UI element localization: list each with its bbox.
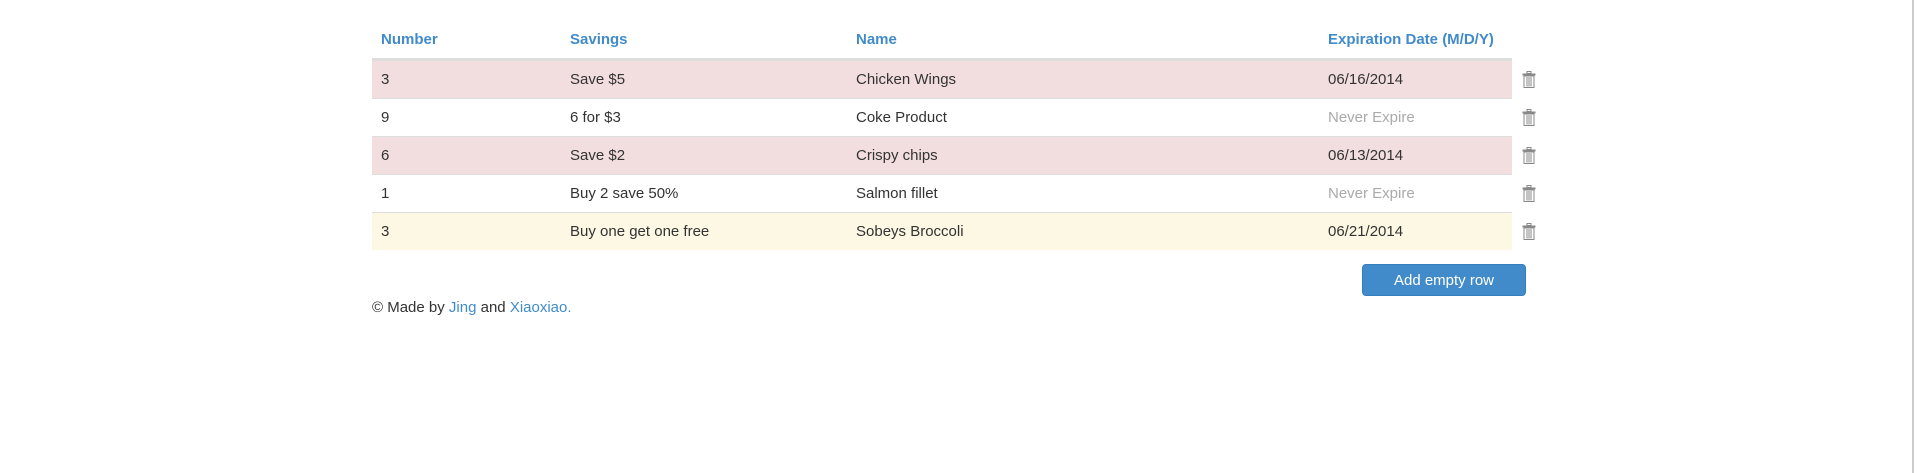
cell-expiration[interactable]: 06/16/2014 xyxy=(1328,71,1403,88)
cell-name[interactable]: Sobeys Broccoli xyxy=(856,223,964,240)
header-expiration[interactable]: Expiration Date (M/D/Y) xyxy=(1328,31,1494,48)
cell-expiration[interactable]: 06/21/2014 xyxy=(1328,223,1403,240)
header-number[interactable]: Number xyxy=(381,31,438,48)
footer-suffix: . xyxy=(567,299,572,316)
cell-number[interactable]: 3 xyxy=(381,223,389,240)
header-savings[interactable]: Savings xyxy=(570,31,628,48)
author-link-jing[interactable]: Jing xyxy=(449,299,477,316)
cell-number[interactable]: 9 xyxy=(381,109,389,126)
table-row: 3 Save $5 Chicken Wings 06/16/2014 xyxy=(372,60,1536,98)
cell-expiration[interactable]: Never Expire xyxy=(1328,185,1415,202)
cell-name[interactable]: Salmon fillet xyxy=(856,185,938,202)
header-name[interactable]: Name xyxy=(856,31,897,48)
cell-number[interactable]: 6 xyxy=(381,147,389,164)
cell-savings[interactable]: Save $5 xyxy=(570,71,625,88)
trash-icon[interactable] xyxy=(1522,109,1536,126)
trash-icon[interactable] xyxy=(1522,185,1536,202)
cell-savings[interactable]: 6 for $3 xyxy=(570,109,621,126)
cell-name[interactable]: Crispy chips xyxy=(856,147,938,164)
trash-icon[interactable] xyxy=(1522,147,1536,164)
cell-name[interactable]: Chicken Wings xyxy=(856,71,956,88)
cell-savings[interactable]: Buy 2 save 50% xyxy=(570,185,678,202)
footer-prefix: © Made by xyxy=(372,299,449,316)
table-row: 6 Save $2 Crispy chips 06/13/2014 xyxy=(372,136,1536,174)
coupon-table: Number Savings Name Expiration Date (M/D… xyxy=(372,20,1536,250)
table-header: Number Savings Name Expiration Date (M/D… xyxy=(372,20,1512,60)
cell-number[interactable]: 1 xyxy=(381,185,389,202)
cell-expiration[interactable]: Never Expire xyxy=(1328,109,1415,126)
cell-number[interactable]: 3 xyxy=(381,71,389,88)
cell-savings[interactable]: Save $2 xyxy=(570,147,625,164)
table-row: 3 Buy one get one free Sobeys Broccoli 06/2… xyxy=(372,212,1536,250)
table-row: 9 6 for $3 Coke Product Never Expire xyxy=(372,98,1536,136)
footer: © Made by Jing and Xiaoxiao. xyxy=(372,299,572,316)
table-row: 1 Buy 2 save 50% Salmon fillet Never Expire xyxy=(372,174,1536,212)
cell-name[interactable]: Coke Product xyxy=(856,109,947,126)
cell-expiration[interactable]: 06/13/2014 xyxy=(1328,147,1403,164)
trash-icon[interactable] xyxy=(1522,71,1536,88)
author-link-xiaoxiao[interactable]: Xiaoxiao xyxy=(510,299,568,316)
cell-savings[interactable]: Buy one get one free xyxy=(570,223,709,240)
add-empty-row-button[interactable]: Add empty row xyxy=(1362,264,1526,296)
window-edge xyxy=(1912,0,1914,473)
trash-icon[interactable] xyxy=(1522,223,1536,240)
footer-and: and xyxy=(476,299,510,316)
